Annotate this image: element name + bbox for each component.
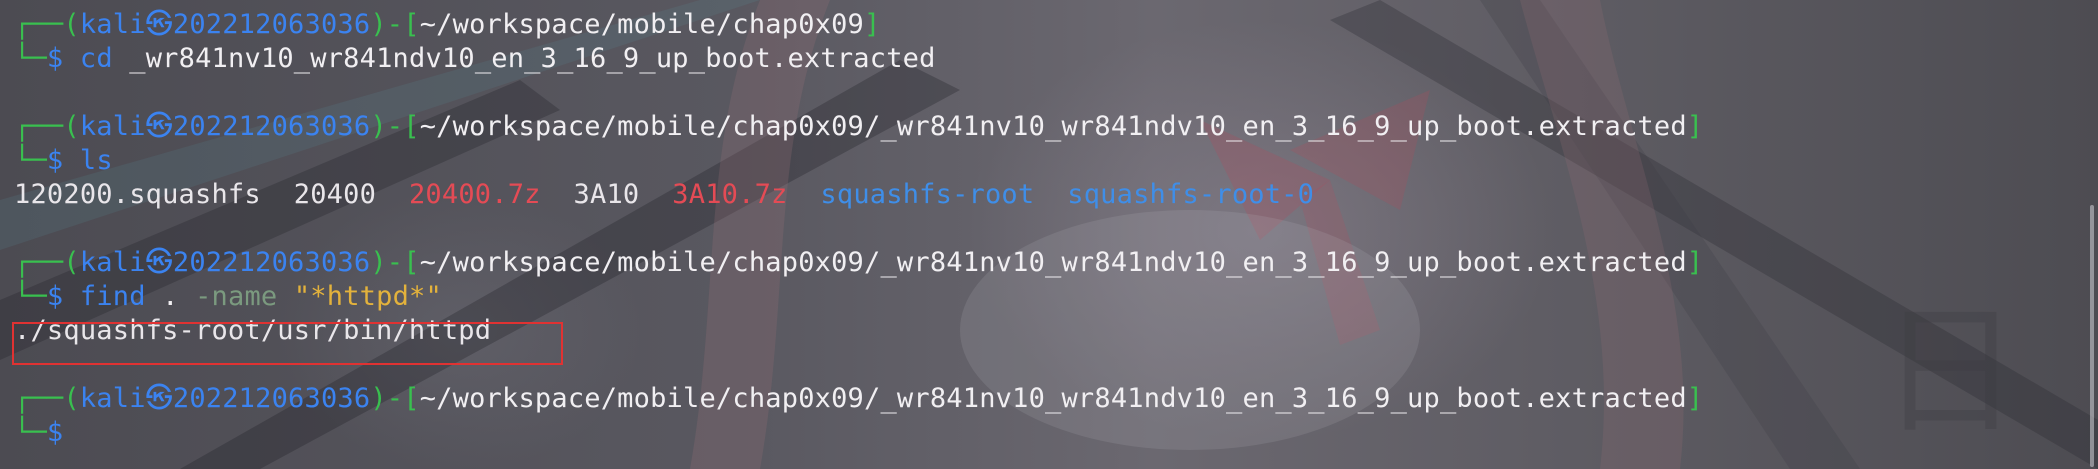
prompt-frame: -[ <box>386 383 420 414</box>
prompt-host: 202212063036 <box>172 9 371 40</box>
prompt-frame: ┌──( <box>14 383 80 414</box>
prompt-path: ~/workspace/mobile/chap0x09 <box>419 9 865 40</box>
command-name: ls <box>79 145 113 176</box>
ls-entry-archive: 20400.7z <box>408 179 541 210</box>
prompt-frame: ) <box>370 383 387 414</box>
prompt-frame: ) <box>370 111 387 142</box>
prompt-host: 202212063036 <box>172 247 371 278</box>
prompt-host: 202212063036 <box>172 111 371 142</box>
command-args: _wr841nv10_wr841ndv10_en_3_16_9_up_boot.… <box>129 43 936 74</box>
prompt-frame: ) <box>370 9 387 40</box>
skull-icon: ㉿ <box>145 111 173 142</box>
vertical-scrollbar[interactable] <box>2090 205 2094 467</box>
ls-entry-file: 120200.squashfs <box>14 179 261 210</box>
terminal-window[interactable]: 日 ┌──(kali㉿202212063036)-[~/workspace/mo… <box>0 0 2098 469</box>
skull-icon: ㉿ <box>145 9 173 40</box>
command-line: └─$ ls <box>14 144 2098 178</box>
prompt-dollar: $ <box>46 43 64 74</box>
prompt-frame: -[ <box>386 111 420 142</box>
command-arg: . <box>162 281 179 312</box>
prompt-path: ~/workspace/mobile/chap0x09/_wr841nv10_w… <box>419 383 1687 414</box>
ls-entry-directory: squashfs-root-0 <box>1067 179 1315 210</box>
prompt-frame: -[ <box>386 9 420 40</box>
command-name: cd <box>79 43 113 74</box>
prompt-user: kali <box>79 111 146 142</box>
prompt-frame: └─ <box>14 145 47 176</box>
prompt-frame: ] <box>1686 111 1704 142</box>
command-line-active[interactable]: └─$ <box>14 416 2098 450</box>
prompt-user: kali <box>79 247 146 278</box>
ls-entry-file: 20400 <box>293 179 377 210</box>
prompt-user: kali <box>79 9 146 40</box>
prompt-dollar: $ <box>46 281 64 312</box>
command-flag: -name <box>195 281 278 312</box>
command-line: └─$ find . -name "*httpd*" <box>14 280 2098 314</box>
prompt-frame: └─ <box>14 417 47 448</box>
prompt-frame: -[ <box>386 247 420 278</box>
prompt-header: ┌──(kali㉿202212063036)-[~/workspace/mobi… <box>14 8 2098 42</box>
highlight-annotation-box <box>12 322 563 365</box>
prompt-frame: ) <box>370 247 387 278</box>
prompt-frame: ┌──( <box>14 111 80 142</box>
command-name: find <box>79 281 146 312</box>
terminal-output: ┌──(kali㉿202212063036)-[~/workspace/mobi… <box>14 8 2098 450</box>
command-line: └─$ cd _wr841nv10_wr841ndv10_en_3_16_9_u… <box>14 42 2098 76</box>
prompt-path: ~/workspace/mobile/chap0x09/_wr841nv10_w… <box>419 111 1687 142</box>
prompt-header: ┌──(kali㉿202212063036)-[~/workspace/mobi… <box>14 246 2098 280</box>
prompt-header: ┌──(kali㉿202212063036)-[~/workspace/mobi… <box>14 382 2098 416</box>
prompt-frame: ] <box>1686 247 1704 278</box>
prompt-path: ~/workspace/mobile/chap0x09/_wr841nv10_w… <box>419 247 1687 278</box>
skull-icon: ㉿ <box>145 247 173 278</box>
ls-entry-directory: squashfs-root <box>820 179 1035 210</box>
prompt-header: ┌──(kali㉿202212063036)-[~/workspace/mobi… <box>14 110 2098 144</box>
skull-icon: ㉿ <box>145 383 173 414</box>
command-pattern: "*httpd*" <box>293 281 442 312</box>
ls-entry-file: 3A10 <box>573 179 640 210</box>
prompt-frame: ┌──( <box>14 9 80 40</box>
prompt-user: kali <box>79 383 146 414</box>
prompt-frame: └─ <box>14 43 47 74</box>
prompt-frame: ] <box>1686 383 1704 414</box>
prompt-dollar: $ <box>46 145 64 176</box>
prompt-host: 202212063036 <box>172 383 371 414</box>
prompt-frame: ] <box>864 9 881 40</box>
prompt-frame: └─ <box>14 281 47 312</box>
prompt-dollar: $ <box>46 417 64 448</box>
ls-entry-archive: 3A10.7z <box>672 179 788 210</box>
ls-output: 120200.squashfs 20400 20400.7z 3A10 3A10… <box>14 178 2098 212</box>
prompt-frame: ┌──( <box>14 247 80 278</box>
